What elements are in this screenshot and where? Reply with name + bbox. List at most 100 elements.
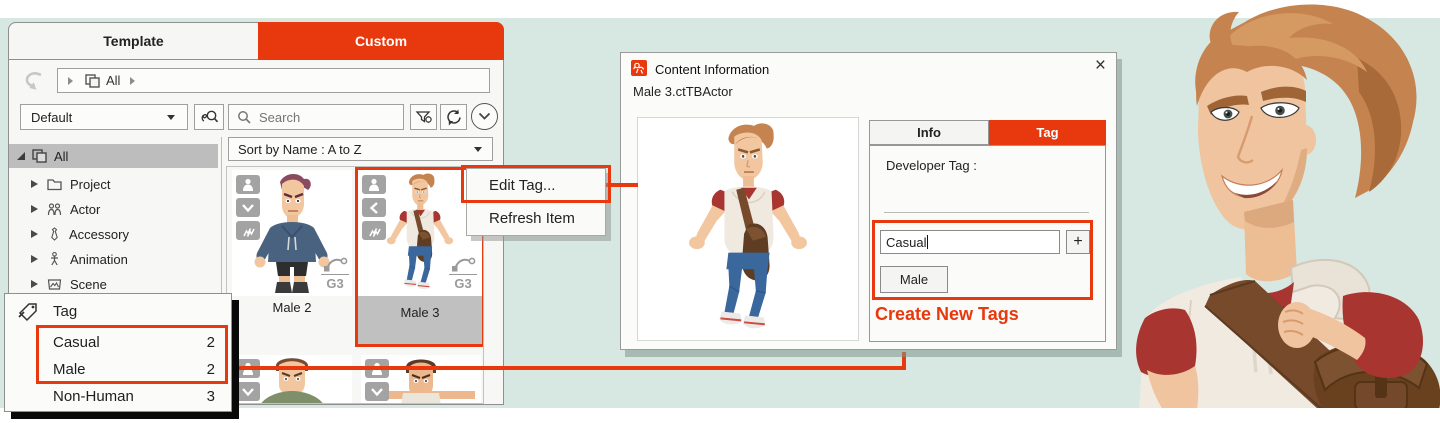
tab-template-label: Template <box>103 33 163 49</box>
tree-item-animation[interactable]: Animation <box>9 247 218 271</box>
actor-icon <box>47 203 62 216</box>
tree-item-all[interactable]: All <box>9 144 218 168</box>
content-preview <box>637 117 859 341</box>
expand-panel-button[interactable] <box>471 103 498 130</box>
tree-expand-closed-icon[interactable] <box>31 180 38 188</box>
dialog-app-icon <box>631 60 647 76</box>
chevron-down-button[interactable] <box>365 382 389 401</box>
apply-actor-button[interactable] <box>236 175 260 194</box>
chevron-left-button[interactable] <box>362 198 386 217</box>
search-box[interactable] <box>228 104 404 130</box>
tag-icon <box>18 302 38 322</box>
chevron-left-icon <box>369 201 379 215</box>
back-icon[interactable] <box>23 70 47 90</box>
animation-icon <box>48 252 61 266</box>
thumbnail-partial-1[interactable] <box>232 355 352 404</box>
thumbnail-male3-selected[interactable]: G3 Male 3 <box>355 167 484 347</box>
sort-bar-caret-icon <box>474 147 482 152</box>
g3-badge-label: G3 <box>326 276 343 291</box>
tree-expand-closed-icon[interactable] <box>31 255 38 263</box>
thumbnail-male2[interactable]: G3 <box>232 170 352 296</box>
tag-row-label: Male <box>53 357 86 383</box>
thumbnail-male2-label: Male 2 <box>232 300 352 315</box>
breadcrumb-forward-caret-icon[interactable] <box>130 77 135 85</box>
chevron-down-icon <box>370 387 384 397</box>
new-tag-input-value: Casual <box>886 235 926 250</box>
tag-panel-divider <box>884 212 1089 213</box>
tag-popup-title: Tag <box>53 303 77 320</box>
bone-curve-icon <box>322 253 348 273</box>
person-icon <box>368 178 380 192</box>
sort-bar[interactable]: Sort by Name : A to Z <box>228 137 493 161</box>
tab-custom[interactable]: Custom <box>258 22 504 60</box>
g3-badge: G3 <box>448 253 478 290</box>
tree-item-label: All <box>54 149 68 164</box>
tree-item-label: Actor <box>70 202 100 217</box>
tree-expand-closed-icon[interactable] <box>31 230 38 238</box>
dialog-tab-info-label: Info <box>917 125 941 140</box>
close-icon[interactable]: × <box>1095 55 1106 77</box>
tree-expand-closed-icon[interactable] <box>31 205 38 213</box>
tree-item-accessory[interactable]: Accessory <box>9 222 218 246</box>
thumbnail-male3-label: Male 3 <box>358 296 482 344</box>
connector-tags-horizontal <box>230 366 906 370</box>
motion-button[interactable] <box>362 221 386 240</box>
tag-row-casual[interactable]: Casual 2 <box>5 330 231 356</box>
menu-item-refresh-item-label: Refresh Item <box>489 210 575 227</box>
chevron-down-circle-icon <box>478 112 491 121</box>
tag-row-non-human[interactable]: Non-Human 3 <box>5 384 231 410</box>
chevron-down-icon <box>241 387 255 397</box>
tag-row-count: 2 <box>207 357 215 383</box>
tree-item-label: Scene <box>70 277 107 292</box>
all-categories-icon <box>85 74 100 88</box>
filter-button[interactable] <box>410 104 437 130</box>
add-tag-button-label: + <box>1073 233 1082 251</box>
content-information-dialog: Content Information × Male 3.ctTBActor I… <box>620 52 1117 350</box>
breadcrumb[interactable]: All <box>57 68 490 93</box>
tab-custom-label: Custom <box>355 33 407 49</box>
tree-item-project[interactable]: Project <box>9 172 218 196</box>
dialog-tab-tag[interactable]: Tag <box>989 120 1106 145</box>
zigzag-motion-icon <box>367 225 382 237</box>
chevron-down-button[interactable] <box>236 382 260 401</box>
thumbnail-partial-2[interactable] <box>361 355 481 404</box>
sort-bar-label: Sort by Name : A to Z <box>238 142 362 157</box>
menu-item-refresh-item[interactable]: Refresh Item <box>467 202 605 235</box>
tree-item-actor[interactable]: Actor <box>9 197 218 221</box>
refresh-button[interactable] <box>440 104 467 130</box>
image-search-button[interactable] <box>194 104 224 130</box>
library-dropdown[interactable]: Default <box>20 104 188 130</box>
text-caret <box>927 235 928 249</box>
accessory-icon <box>49 227 60 241</box>
library-dropdown-caret-icon <box>167 115 175 120</box>
g3-badge-label: G3 <box>454 276 471 291</box>
apply-actor-button[interactable] <box>362 175 386 194</box>
add-tag-button[interactable]: + <box>1066 230 1090 254</box>
filter-icon <box>414 108 434 126</box>
tag-row-male[interactable]: Male 2 <box>5 357 231 383</box>
tree-expand-open-icon[interactable] <box>17 152 25 160</box>
tree-expand-closed-icon[interactable] <box>31 280 38 288</box>
connector-tags-vertical <box>902 352 906 368</box>
refresh-icon <box>444 108 463 127</box>
tag-chip-male-label: Male <box>900 272 928 287</box>
search-input[interactable] <box>257 109 391 126</box>
menu-item-edit-tag[interactable]: Edit Tag... <box>467 169 605 202</box>
mascot-illustration <box>1095 0 1440 408</box>
chevron-down-icon <box>241 203 255 213</box>
chevron-down-button[interactable] <box>236 198 260 217</box>
tag-panel: Developer Tag : Casual + Male Create New… <box>869 145 1106 342</box>
all-categories-icon <box>32 149 47 163</box>
dialog-tab-tag-label: Tag <box>1036 125 1058 140</box>
breadcrumb-back-caret-icon[interactable] <box>68 77 73 85</box>
tag-row-count: 3 <box>207 384 215 410</box>
motion-button[interactable] <box>236 221 260 240</box>
dialog-file-name: Male 3.ctTBActor <box>633 84 733 99</box>
dialog-tab-info[interactable]: Info <box>869 120 989 145</box>
tree-item-label: Project <box>70 177 110 192</box>
scene-icon <box>47 278 62 291</box>
new-tag-input[interactable]: Casual <box>880 230 1060 254</box>
connector-edit-tag <box>606 183 638 187</box>
tab-template[interactable]: Template <box>8 22 259 60</box>
tag-chip-male[interactable]: Male <box>880 266 948 293</box>
